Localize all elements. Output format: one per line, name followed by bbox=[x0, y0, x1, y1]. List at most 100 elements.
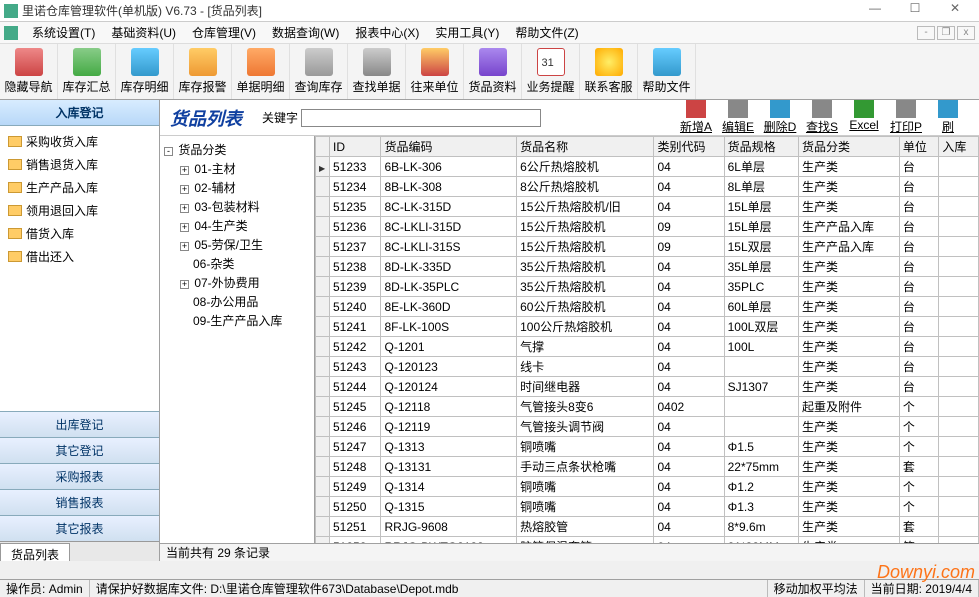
cat-node-2[interactable]: + 03-包装材料 bbox=[164, 197, 310, 216]
action-查找S[interactable]: 查找S bbox=[801, 100, 843, 135]
cell[interactable] bbox=[939, 197, 979, 217]
nav-item-3[interactable]: 领用退回入库 bbox=[0, 199, 159, 222]
cell[interactable]: 51246 bbox=[330, 417, 381, 437]
action-Excel[interactable]: Excel bbox=[843, 100, 885, 135]
cell[interactable]: 6公斤热熔胶机 bbox=[517, 157, 654, 177]
cell[interactable]: 生产类 bbox=[799, 297, 900, 317]
table-row[interactable]: 51252RRJG-BWTG2138胶管保温套管0421*38MM生产类箱 bbox=[316, 537, 979, 544]
cell[interactable]: 8L单层 bbox=[724, 177, 798, 197]
cell[interactable] bbox=[939, 497, 979, 517]
cell[interactable]: 04 bbox=[654, 517, 724, 537]
cell[interactable]: 8B-LK-308 bbox=[381, 177, 517, 197]
cell[interactable]: 生产类 bbox=[799, 357, 900, 377]
table-row[interactable]: 51245Q-12118气管接头8变60402起重及附件个 bbox=[316, 397, 979, 417]
cell[interactable]: 台 bbox=[899, 177, 939, 197]
cell[interactable]: 35公斤热熔胶机 bbox=[517, 257, 654, 277]
toolbar-查询库存[interactable]: 查询库存 bbox=[290, 44, 348, 99]
cell[interactable]: 生产类 bbox=[799, 537, 900, 544]
cell[interactable]: 35PLC bbox=[724, 277, 798, 297]
cell[interactable]: 51233 bbox=[330, 157, 381, 177]
table-row[interactable]: 512378C-LKLI-315S15公斤热熔胶机0915L双层生产产品入库台 bbox=[316, 237, 979, 257]
cell[interactable]: 生产类 bbox=[799, 477, 900, 497]
cell[interactable]: Q-13131 bbox=[381, 457, 517, 477]
cell[interactable]: 04 bbox=[654, 197, 724, 217]
cell[interactable]: 生产类 bbox=[799, 457, 900, 477]
nav-item-0[interactable]: 采购收货入库 bbox=[0, 130, 159, 153]
cell[interactable]: Q-1314 bbox=[381, 477, 517, 497]
cell[interactable] bbox=[939, 337, 979, 357]
table-row[interactable]: 51247Q-1313铜喷嘴04Φ1.5生产类个 bbox=[316, 437, 979, 457]
cell[interactable]: 气管接头8变6 bbox=[517, 397, 654, 417]
action-删除D[interactable]: 删除D bbox=[759, 100, 801, 135]
menu-4[interactable]: 报表中心(X) bbox=[347, 22, 427, 43]
cell[interactable] bbox=[939, 357, 979, 377]
cell[interactable]: Φ1.5 bbox=[724, 437, 798, 457]
table-row[interactable]: 512408E-LK-360D60公斤热熔胶机0460L单层生产类台 bbox=[316, 297, 979, 317]
cell[interactable] bbox=[939, 437, 979, 457]
cell[interactable]: 100L双层 bbox=[724, 317, 798, 337]
cell[interactable]: 个 bbox=[899, 497, 939, 517]
cell[interactable]: 8*9.6m bbox=[724, 517, 798, 537]
cell[interactable]: 生产类 bbox=[799, 317, 900, 337]
mdi-restore-button[interactable]: ❐ bbox=[937, 26, 955, 40]
toolbar-帮助文件[interactable]: 帮助文件 bbox=[638, 44, 696, 99]
cell[interactable]: 台 bbox=[899, 317, 939, 337]
cell[interactable]: 时间继电器 bbox=[517, 377, 654, 397]
table-row[interactable]: 51246Q-12119气管接头调节阀04生产类个 bbox=[316, 417, 979, 437]
cell[interactable]: 04 bbox=[654, 377, 724, 397]
cell[interactable] bbox=[939, 297, 979, 317]
nav-section-3[interactable]: 销售报表 bbox=[0, 489, 159, 515]
cell[interactable]: 6B-LK-306 bbox=[381, 157, 517, 177]
cell[interactable]: Φ1.3 bbox=[724, 497, 798, 517]
cell[interactable]: Q-12119 bbox=[381, 417, 517, 437]
toolbar-查找单据[interactable]: 查找单据 bbox=[348, 44, 406, 99]
table-row[interactable]: 51249Q-1314铜喷嘴04Φ1.2生产类个 bbox=[316, 477, 979, 497]
cell[interactable]: 15公斤热熔胶机 bbox=[517, 217, 654, 237]
cell[interactable]: 04 bbox=[654, 317, 724, 337]
cell[interactable]: 台 bbox=[899, 257, 939, 277]
cell[interactable]: 8E-LK-360D bbox=[381, 297, 517, 317]
cell[interactable]: 51247 bbox=[330, 437, 381, 457]
mdi-min-button[interactable]: - bbox=[917, 26, 935, 40]
cell[interactable]: 51244 bbox=[330, 377, 381, 397]
cell[interactable]: 51240 bbox=[330, 297, 381, 317]
cell[interactable]: 生产类 bbox=[799, 437, 900, 457]
cell[interactable] bbox=[939, 217, 979, 237]
cell[interactable]: 套 bbox=[899, 517, 939, 537]
cell[interactable]: 套 bbox=[899, 457, 939, 477]
tab-product-list[interactable]: 货品列表 bbox=[0, 543, 70, 561]
cell[interactable]: 个 bbox=[899, 417, 939, 437]
nav-item-5[interactable]: 借出还入 bbox=[0, 245, 159, 268]
cell[interactable] bbox=[724, 397, 798, 417]
col-header-7[interactable]: 入库 bbox=[939, 137, 979, 157]
cell[interactable]: SJ1307 bbox=[724, 377, 798, 397]
cell[interactable]: 15公斤热熔胶机/旧 bbox=[517, 197, 654, 217]
cell[interactable]: 15公斤热熔胶机 bbox=[517, 237, 654, 257]
cell[interactable]: Φ1.2 bbox=[724, 477, 798, 497]
toolbar-库存报警[interactable]: 库存报警 bbox=[174, 44, 232, 99]
nav-section-1[interactable]: 其它登记 bbox=[0, 437, 159, 463]
nav-section-2[interactable]: 采购报表 bbox=[0, 463, 159, 489]
cell[interactable]: 生产类 bbox=[799, 337, 900, 357]
table-row[interactable]: 51251RRJG-9608热熔胶管048*9.6m生产类套 bbox=[316, 517, 979, 537]
cell[interactable]: 手动三点条状枪嘴 bbox=[517, 457, 654, 477]
cell[interactable]: 铜喷嘴 bbox=[517, 497, 654, 517]
nav-item-1[interactable]: 销售退货入库 bbox=[0, 153, 159, 176]
cell[interactable]: 04 bbox=[654, 417, 724, 437]
cell[interactable]: 生产类 bbox=[799, 497, 900, 517]
maximize-button[interactable]: ☐ bbox=[895, 1, 935, 21]
col-header-2[interactable]: 货品名称 bbox=[517, 137, 654, 157]
col-header-0[interactable]: ID bbox=[330, 137, 381, 157]
cell[interactable]: 04 bbox=[654, 297, 724, 317]
nav-header-inbound[interactable]: 入库登记 bbox=[0, 100, 159, 126]
cell[interactable]: 台 bbox=[899, 357, 939, 377]
table-row[interactable]: 512336B-LK-3066公斤热熔胶机046L单层生产类台 bbox=[316, 157, 979, 177]
cell[interactable]: 胶管保温套管 bbox=[517, 537, 654, 544]
minimize-button[interactable]: — bbox=[855, 1, 895, 21]
cell[interactable]: Q-1315 bbox=[381, 497, 517, 517]
toolbar-隐藏导航[interactable]: 隐藏导航 bbox=[0, 44, 58, 99]
cell[interactable]: 8C-LKLI-315S bbox=[381, 237, 517, 257]
cell[interactable]: 04 bbox=[654, 497, 724, 517]
cell[interactable]: 51241 bbox=[330, 317, 381, 337]
cat-node-4[interactable]: + 05-劳保/卫生 bbox=[164, 235, 310, 254]
